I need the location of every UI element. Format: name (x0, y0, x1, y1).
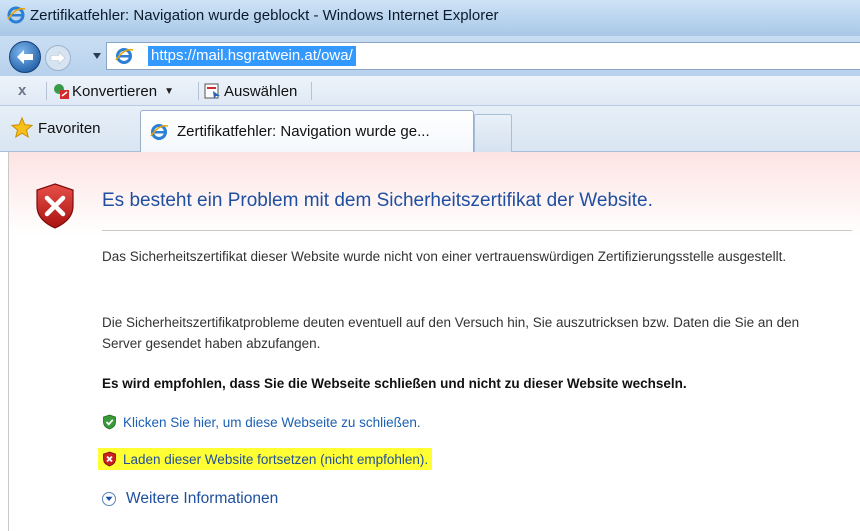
tab-active[interactable]: Zertifikatfehler: Navigation wurde ge... (140, 110, 474, 152)
favorites-button[interactable]: Favoriten (10, 114, 101, 142)
pdf-select-icon (204, 83, 220, 99)
close-page-label: Klicken Sie hier, um diese Webseite zu s… (123, 414, 421, 430)
chevron-down-icon[interactable]: ▼ (164, 86, 174, 97)
window-title: Zertifikatfehler: Navigation wurde geblo… (30, 7, 499, 24)
close-page-link[interactable]: Klicken Sie hier, um diese Webseite zu s… (102, 411, 421, 433)
convert-button[interactable]: Konvertieren ▼ (52, 80, 174, 102)
red-shield-x-icon (103, 451, 116, 467)
url-input[interactable]: https://mail.hsgratwein.at/owa/ (148, 46, 356, 66)
pdf-convert-icon (54, 84, 69, 99)
favorites-bar: Favoriten Zertifikatfehler: Navigation w… (0, 106, 860, 152)
select-label: Auswählen (224, 82, 298, 100)
green-shield-check-icon (103, 414, 116, 430)
title-bar: Zertifikatfehler: Navigation wurde geblo… (0, 0, 860, 36)
select-button[interactable]: Auswählen (204, 80, 297, 102)
more-info-link[interactable]: Weitere Informationen (102, 488, 278, 510)
navigation-bar: https://mail.hsgratwein.at/owa/ (0, 36, 860, 76)
command-bar: x Konvertieren ▼ Auswählen (0, 76, 860, 106)
close-icon[interactable]: x (18, 82, 26, 99)
recommendation-text: Es wird empfohlen, dass Sie die Webseite… (102, 376, 687, 391)
address-bar[interactable]: https://mail.hsgratwein.at/owa/ (106, 42, 860, 70)
description-paragraph: Das Sicherheitszertifikat dieser Website… (102, 249, 787, 264)
warning-paragraph: Die Sicherheitszertifikatprobleme deuten… (102, 315, 800, 351)
page-title: Es besteht ein Problem mit dem Sicherhei… (102, 190, 653, 211)
favorites-label: Favoriten (38, 119, 101, 137)
star-icon (10, 116, 34, 139)
separator (198, 82, 199, 100)
divider (102, 230, 852, 231)
convert-label: Konvertieren (72, 82, 158, 100)
new-tab-button[interactable] (474, 114, 512, 152)
separator (46, 82, 47, 100)
chevron-down-icon[interactable] (92, 52, 102, 60)
ie-page-icon (150, 123, 169, 140)
continue-link[interactable]: Laden dieser Website fortsetzen (nicht e… (98, 448, 433, 470)
red-shield-x-icon (36, 183, 74, 229)
more-info-label: Weitere Informationen (126, 490, 279, 507)
tab-label: Zertifikatfehler: Navigation wurde ge... (177, 123, 430, 140)
chevron-down-circle-icon (102, 492, 116, 506)
separator (311, 82, 312, 100)
forward-arrow-icon[interactable] (44, 44, 72, 72)
continue-label: Laden dieser Website fortsetzen (nicht e… (123, 451, 429, 467)
error-page: Es besteht ein Problem mit dem Sicherhei… (8, 152, 860, 531)
back-arrow-icon[interactable] (8, 40, 42, 74)
ie-logo-icon (7, 6, 26, 24)
ie-page-icon (115, 48, 134, 64)
